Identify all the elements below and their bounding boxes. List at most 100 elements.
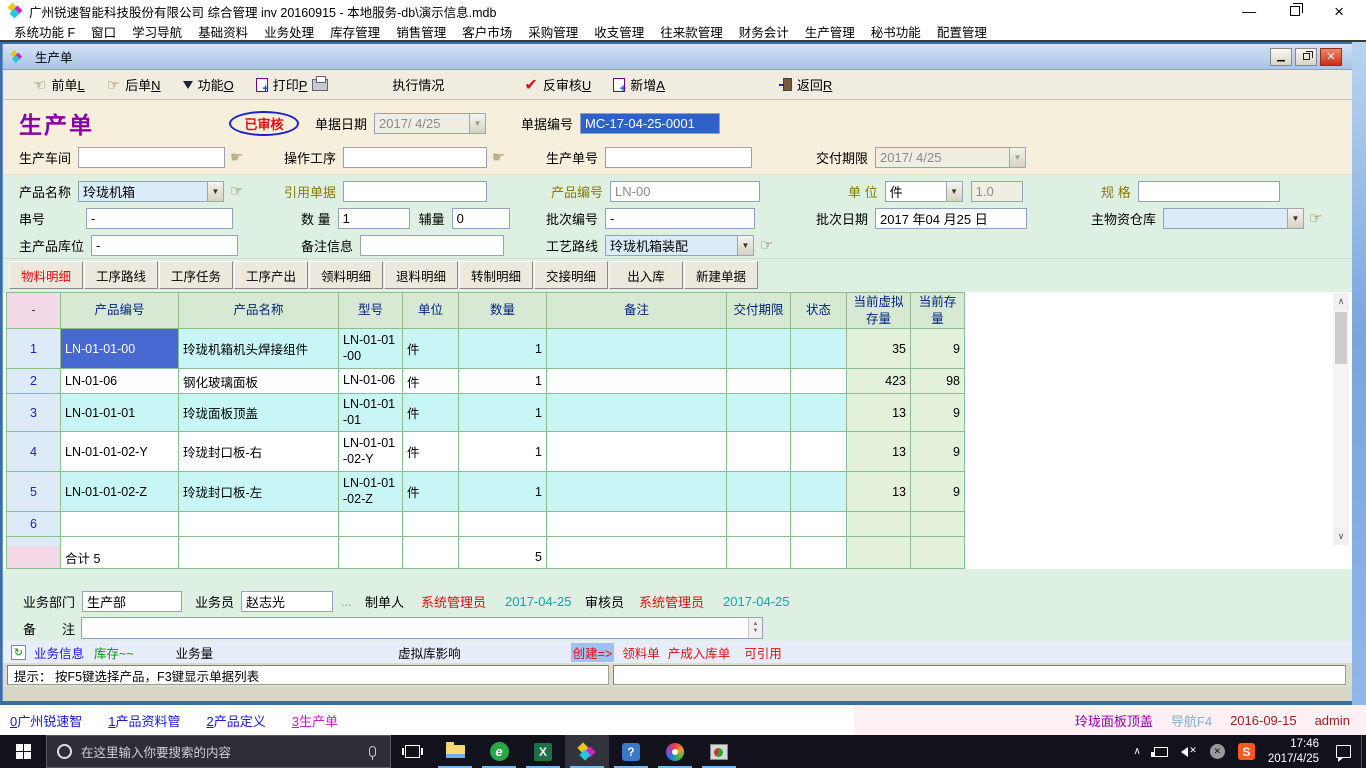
table-cell-stock[interactable]: 9 [911,394,965,432]
table-cell-unit[interactable]: 件 [403,369,459,394]
warehouse-combo[interactable] [1163,208,1288,229]
table-cell-note[interactable] [547,512,727,537]
table-cell-virtual[interactable]: 13 [847,432,911,472]
table-cell-deadline[interactable] [727,472,791,512]
route-dropdown-icon[interactable]: ▼ [737,235,754,256]
taskbar-clock[interactable]: 17:46 2017/4/25 [1268,737,1319,767]
table-cell-model[interactable]: LN-01-01-00 [339,329,403,369]
scroll-up-icon[interactable]: ∧ [1333,293,1349,310]
row-number-cell[interactable]: 1 [7,329,61,369]
table-row[interactable]: 1LN-01-01-00玲珑机箱机头焊接组件LN-01-01-00件1359 [7,329,965,369]
table-cell-model[interactable]: LN-01-01-02-Z [339,472,403,512]
clerk-field[interactable]: 赵志光 [241,591,333,612]
table-cell-unit[interactable]: 件 [403,394,459,432]
create-label[interactable]: 创建=> [571,643,615,662]
table-cell-deadline[interactable] [727,369,791,394]
product-name-combo[interactable]: 玲珑机箱 [78,181,208,202]
network-icon[interactable] [1154,747,1168,757]
table-cell-note[interactable] [547,472,727,512]
table-cell-stock[interactable]: 98 [911,369,965,394]
business-info-link[interactable]: 业务信息 [34,643,84,662]
note-info-field[interactable] [360,235,504,256]
route-combo[interactable]: 玲珑机箱装配 [605,235,738,256]
warehouse-picker-icon[interactable]: ☞ [1309,209,1322,227]
table-cell-status[interactable] [791,394,847,432]
table-cell-name[interactable]: 玲珑面板顶盖 [179,394,339,432]
notification-center-icon[interactable] [1336,745,1351,758]
table-cell-status[interactable] [791,512,847,537]
row-number-cell[interactable]: 4 [7,432,61,472]
menu-item-14[interactable]: 配置管理 [929,20,995,43]
detail-tab-1[interactable]: 工序路线 [84,261,158,289]
warehouse-dropdown-icon[interactable]: ▼ [1287,208,1304,229]
operation-field[interactable] [343,147,487,168]
detail-tab-4[interactable]: 领料明细 [309,261,383,289]
minimize-icon[interactable]: — [1242,4,1256,18]
table-row[interactable]: 2LN-01-06钢化玻璃面板LN-01-06件142398 [7,369,965,394]
table-cell-note[interactable] [547,369,727,394]
table-cell-status[interactable] [791,472,847,512]
table-cell-qty[interactable]: 1 [459,472,547,512]
prev-order-button[interactable]: ☜前单L [29,73,89,96]
menu-item-5[interactable]: 库存管理 [322,20,388,43]
menu-item-13[interactable]: 秘书功能 [863,20,929,43]
table-header-cell[interactable]: 状态 [791,293,847,329]
file-explorer-button[interactable] [433,735,477,768]
erp-app-button[interactable] [565,735,609,768]
table-header-cell[interactable]: 单位 [403,293,459,329]
aux-qty-field[interactable]: 0 [452,208,510,229]
table-scrollbar[interactable]: ∧ ∨ [1333,293,1349,545]
volume-muted-icon[interactable]: ✕ [1181,746,1197,758]
settings-app-button[interactable]: ? [609,735,653,768]
menu-item-1[interactable]: 窗口 [83,20,124,43]
memo-textarea[interactable]: ▲▼ [81,617,763,639]
doc-minimize-icon[interactable]: ▁ [1270,48,1292,66]
table-cell-qty[interactable]: 1 [459,432,547,472]
close-circle-icon[interactable]: ✕ [1210,744,1225,759]
detail-tab-2[interactable]: 工序任务 [159,261,233,289]
refresh-icon[interactable]: ↻ [11,645,26,660]
memo-spinner-icon[interactable]: ▲▼ [748,618,762,638]
add-new-button[interactable]: 新增A [609,73,669,96]
table-cell-virtual[interactable]: 423 [847,369,911,394]
table-cell-note[interactable] [547,394,727,432]
table-header-cell[interactable]: 交付期限 [727,293,791,329]
clerk-more-button[interactable]: ... [341,594,352,609]
table-header-cell[interactable]: 产品编号 [61,293,179,329]
doc-no-field[interactable]: MC-17-04-25-0001 [580,113,720,134]
batch-no-field[interactable]: - [605,208,755,229]
table-cell-name[interactable]: 玲珑机箱机头焊接组件 [179,329,339,369]
order-no-field[interactable] [605,147,752,168]
table-cell-deadline[interactable] [727,432,791,472]
row-number-cell[interactable]: 2 [7,369,61,394]
menu-item-2[interactable]: 学习导航 [124,20,190,43]
table-cell-name[interactable] [179,512,339,537]
table-cell-qty[interactable]: 1 [459,369,547,394]
table-header-cell[interactable]: 备注 [547,293,727,329]
table-cell-deadline[interactable] [727,394,791,432]
table-cell-model[interactable]: LN-01-01-01 [339,394,403,432]
table-cell-unit[interactable]: 件 [403,432,459,472]
detail-tab-0[interactable]: 物料明细 [9,261,83,289]
unaudit-button[interactable]: ✔反审核U [520,73,595,97]
menu-item-3[interactable]: 基础资料 [190,20,256,43]
menu-item-6[interactable]: 销售管理 [388,20,454,43]
unit-dropdown-icon[interactable]: ▼ [946,181,963,202]
menu-item-4[interactable]: 业务处理 [256,20,322,43]
operation-picker-icon[interactable]: ☛ [492,148,505,166]
show-desktop-button[interactable] [1361,735,1366,768]
window-tab-3[interactable]: 3生产单 [292,711,338,730]
window-tab-0[interactable]: 0广州锐速智 [10,711,82,730]
next-order-button[interactable]: ☞后单N [103,73,165,96]
start-button[interactable] [0,735,46,768]
detail-tab-5[interactable]: 退料明细 [384,261,458,289]
table-cell-virtual[interactable]: 35 [847,329,911,369]
table-cell-name[interactable]: 钢化玻璃面板 [179,369,339,394]
excel-button[interactable]: X [521,735,565,768]
workshop-field[interactable] [78,147,225,168]
table-cell-name[interactable]: 玲珑封口板-右 [179,432,339,472]
table-cell-note[interactable] [547,329,727,369]
return-button[interactable]: 返回R [779,73,836,96]
table-cell-model[interactable] [339,512,403,537]
row-number-cell[interactable]: 6 [7,512,61,537]
